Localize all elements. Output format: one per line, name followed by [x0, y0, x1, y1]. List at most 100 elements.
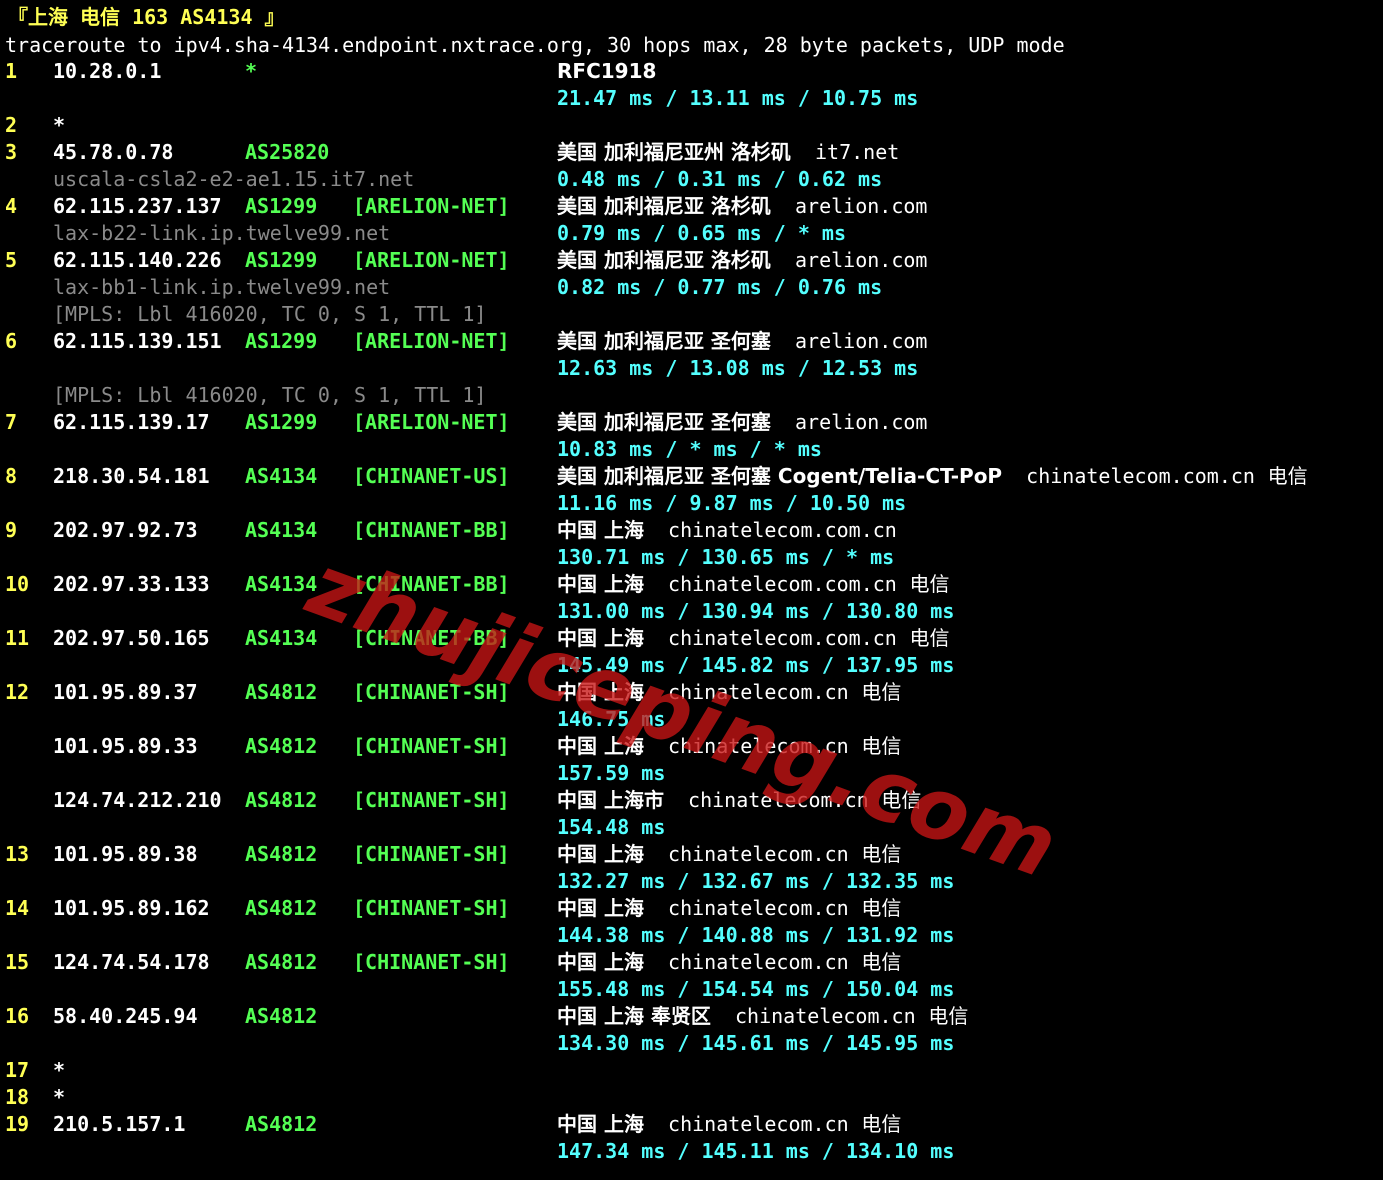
hop-location: 中国 上海 [557, 950, 644, 974]
hop-geo: 中国 上海 chinatelecom.com.cn [557, 517, 897, 544]
hop-location: 美国 加利福尼亚州 洛杉矶 [557, 140, 791, 164]
hop-rtt: 21.47 ms / 13.11 ms / 10.75 ms [557, 86, 919, 110]
hop-ip: 62.115.140.226 [53, 248, 222, 272]
hop-location: RFC1918 [557, 59, 657, 83]
hop-ip: 210.5.157.1 [53, 1112, 186, 1136]
hop-geo: 中国 上海 chinatelecom.cn 电信 [557, 949, 901, 976]
hop-ip: 124.74.54.178 [53, 950, 210, 974]
hop-domain: chinatelecom.cn [643, 842, 849, 866]
hop-number: 8 [5, 464, 18, 488]
hop-isp: 电信 [896, 572, 950, 596]
hop-netname: [CHINANET-SH] [353, 950, 510, 974]
hop-geo: 美国 加利福尼亚 圣何塞 arelion.com [557, 328, 927, 355]
hop-ip: * [53, 1058, 66, 1082]
hop-mpls: [MPLS: Lbl 416020, TC 0, S 1, TTL 1] [53, 383, 487, 407]
target-header: 『上海 电信 163 AS4134 』 [8, 5, 285, 29]
hop-domain: chinatelecom.cn [643, 896, 849, 920]
hop-number: 1 [5, 59, 18, 83]
hop-domain: chinatelecom.cn [643, 1112, 849, 1136]
hop-ip: * [53, 1085, 66, 1109]
hop-domain: arelion.com [770, 194, 928, 218]
hop-number: 4 [5, 194, 18, 218]
hop-ip: 218.30.54.181 [53, 464, 210, 488]
hop-asn: AS1299 [245, 248, 318, 272]
hop-ip: * [53, 113, 66, 137]
hop-rtt: 134.30 ms / 145.61 ms / 145.95 ms [557, 1031, 955, 1055]
hop-isp: 电信 [1254, 464, 1308, 488]
hop-domain: chinatelecom.com.cn [643, 518, 897, 542]
hop-rtt: 0.79 ms / 0.65 ms / * ms [557, 221, 846, 245]
hop-number: 3 [5, 140, 18, 164]
hop-netname: [CHINANET-SH] [353, 842, 510, 866]
hop-isp: 电信 [848, 950, 902, 974]
hop-asn: AS4134 [245, 518, 318, 542]
hop-rtt: 147.34 ms / 145.11 ms / 134.10 ms [557, 1139, 955, 1163]
hop-location: 中国 上海 [557, 572, 644, 596]
hop-domain: arelion.com [770, 329, 928, 353]
hop-rtt: 157.59 ms [557, 761, 666, 785]
hop-asn: AS4812 [245, 950, 318, 974]
hop-location: 中国 上海 [557, 518, 644, 542]
hop-domain: chinatelecom.cn [710, 1004, 916, 1028]
hop-netname: [CHINANET-BB] [353, 518, 510, 542]
hop-asn: AS25820 [245, 140, 330, 164]
hop-domain: chinatelecom.com.cn [1002, 464, 1255, 488]
hop-location: 中国 上海 [557, 1112, 644, 1136]
hop-isp: 电信 [848, 1112, 902, 1136]
hop-location: 美国 加利福尼亚 圣何塞 Cogent/Telia-CT-PoP [557, 464, 1003, 488]
hop-netname: [ARELION-NET] [353, 248, 510, 272]
hop-asn: AS4812 [245, 842, 318, 866]
hop-domain: chinatelecom.com.cn [643, 572, 897, 596]
hop-geo: 中国 上海 chinatelecom.cn 电信 [557, 1111, 901, 1138]
hop-number: 7 [5, 410, 18, 434]
hop-ip: 124.74.212.210 [53, 788, 222, 812]
hop-netname: [CHINANET-US] [353, 464, 510, 488]
hop-isp: 电信 [848, 896, 902, 920]
hop-isp: 电信 [848, 680, 902, 704]
hop-geo: 中国 上海 chinatelecom.cn 电信 [557, 895, 901, 922]
traceroute-command-line: traceroute to ipv4.sha-4134.endpoint.nxt… [5, 33, 1065, 57]
hop-ip: 62.115.139.151 [53, 329, 222, 353]
hop-location: 美国 加利福尼亚 洛杉矶 [557, 194, 771, 218]
hop-ip: 101.95.89.33 [53, 734, 198, 758]
hop-ip: 58.40.245.94 [53, 1004, 198, 1028]
hop-rtt: 11.16 ms / 9.87 ms / 10.50 ms [557, 491, 907, 515]
hop-ip: 101.95.89.162 [53, 896, 210, 920]
hop-rtt: 12.63 ms / 13.08 ms / 12.53 ms [557, 356, 919, 380]
hop-geo: 美国 加利福尼亚州 洛杉矶 it7.net [557, 139, 899, 166]
hop-location: 中国 上海 [557, 842, 644, 866]
hop-number: 2 [5, 113, 18, 137]
hop-domain: chinatelecom.com.cn [643, 626, 897, 650]
hop-netname: [CHINANET-SH] [353, 896, 510, 920]
hop-ip: 202.97.33.133 [53, 572, 210, 596]
hop-number: 5 [5, 248, 18, 272]
hop-location: 美国 加利福尼亚 圣何塞 [557, 410, 771, 434]
hop-ip: 10.28.0.1 [53, 59, 162, 83]
hop-asn: AS4812 [245, 1004, 318, 1028]
hop-domain: it7.net [790, 140, 900, 164]
hop-isp: 电信 [915, 1004, 969, 1028]
hop-rtt: 131.00 ms / 130.94 ms / 130.80 ms [557, 599, 955, 623]
hop-number: 11 [5, 626, 30, 650]
hop-asn: AS1299 [245, 410, 318, 434]
hop-ip: 202.97.50.165 [53, 626, 210, 650]
hop-geo: 美国 加利福尼亚 圣何塞 arelion.com [557, 409, 927, 436]
hop-netname: [CHINANET-SH] [353, 788, 510, 812]
hop-rtt: 130.71 ms / 130.65 ms / * ms [557, 545, 895, 569]
hop-netname: [ARELION-NET] [353, 194, 510, 218]
hop-number: 10 [5, 572, 30, 596]
hop-rdns: lax-b22-link.ip.twelve99.net [53, 221, 391, 245]
hop-number: 12 [5, 680, 30, 704]
hop-asn: AS4812 [245, 896, 318, 920]
hop-asn: AS4134 [245, 464, 318, 488]
hop-geo: 中国 上海 chinatelecom.com.cn 电信 [557, 571, 950, 598]
hop-number: 17 [5, 1058, 30, 1082]
hop-number: 15 [5, 950, 30, 974]
hop-asn: AS1299 [245, 194, 318, 218]
hop-number: 14 [5, 896, 30, 920]
hop-asn: AS4812 [245, 788, 318, 812]
hop-rtt: 155.48 ms / 154.54 ms / 150.04 ms [557, 977, 955, 1001]
hop-location: 中国 上海 奉贤区 [557, 1004, 711, 1028]
hop-asn: AS4812 [245, 1112, 318, 1136]
hop-number: 9 [5, 518, 18, 542]
